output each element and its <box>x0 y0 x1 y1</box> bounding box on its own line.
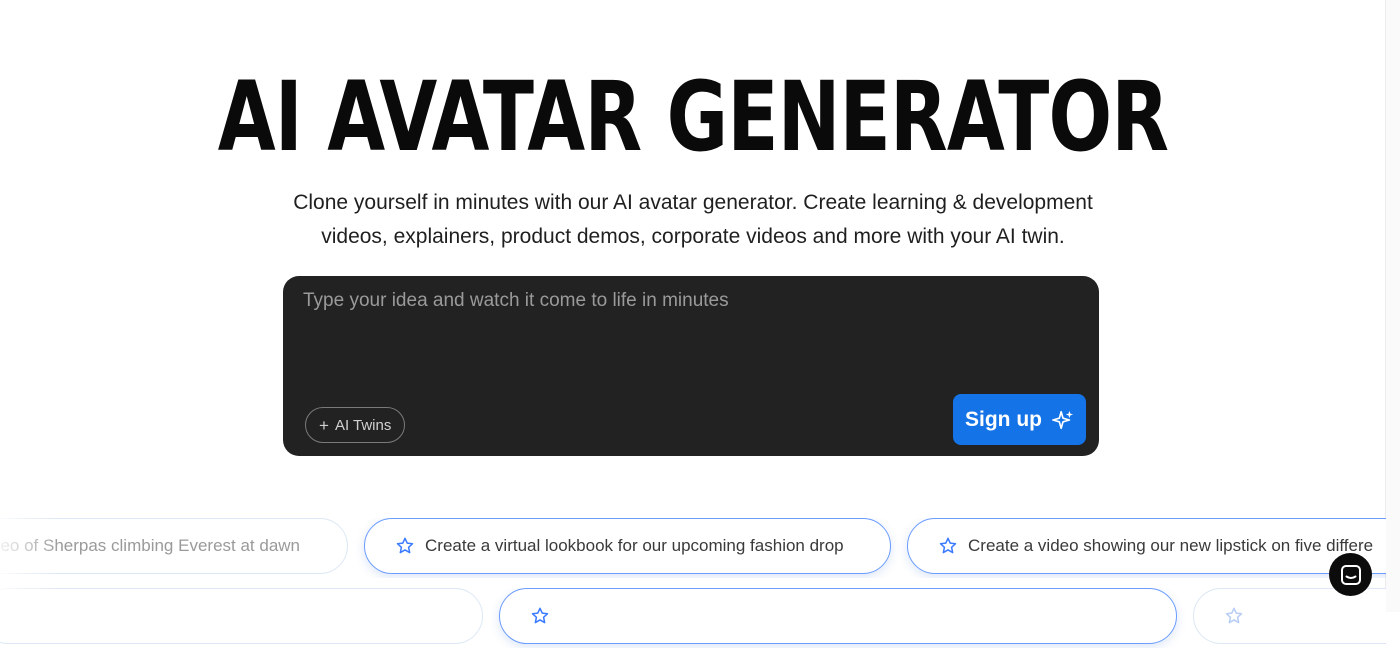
suggestion-row-2 <box>0 588 1386 648</box>
prompt-box: + AI Twins Sign up <box>283 276 1099 456</box>
chat-icon <box>1340 564 1361 585</box>
suggestion-chip[interactable] <box>1193 588 1386 644</box>
suggestion-label: deo of Sherpas climbing Everest at dawn <box>0 536 301 555</box>
suggestion-chip[interactable]: deo of Sherpas climbing Everest at dawn <box>0 518 348 574</box>
chat-launcher-button[interactable] <box>1329 553 1372 596</box>
suggestion-label: Create a virtual lookbook for our upcomi… <box>425 536 844 555</box>
suggestion-chip[interactable]: Create a virtual lookbook for our upcomi… <box>364 518 891 574</box>
sign-up-button[interactable]: Sign up <box>953 394 1086 445</box>
hero-subtitle-line-1: Clone yourself in minutes with our AI av… <box>293 191 1093 214</box>
sparkle-icon <box>1052 410 1074 429</box>
suggestion-chip[interactable] <box>0 588 483 644</box>
suggestion-label: Create a video showing our new lipstick … <box>968 536 1374 555</box>
star-icon <box>531 607 549 624</box>
page-title: AI AVATAR GENERATOR <box>217 61 1169 173</box>
hero-subtitle: Clone yourself in minutes with our AI av… <box>240 186 1146 254</box>
suggestion-row-1: deo of Sherpas climbing Everest at dawn … <box>0 518 1386 578</box>
hero-subtitle-line-2: videos, explainers, product demos, corpo… <box>321 225 1065 248</box>
ai-twins-button[interactable]: + AI Twins <box>305 407 406 443</box>
suggestion-chip[interactable]: Create a video showing our new lipstick … <box>907 518 1386 574</box>
ai-twins-label: AI Twins <box>334 416 392 434</box>
page-scrollbar[interactable] <box>1385 0 1400 612</box>
star-icon <box>1225 607 1243 624</box>
sign-up-label: Sign up <box>965 407 1042 431</box>
star-icon <box>939 537 957 554</box>
idea-prompt-input[interactable] <box>303 290 1073 390</box>
suggestion-chip[interactable] <box>499 588 1177 644</box>
star-icon <box>396 537 414 554</box>
plus-icon: + <box>319 415 329 435</box>
